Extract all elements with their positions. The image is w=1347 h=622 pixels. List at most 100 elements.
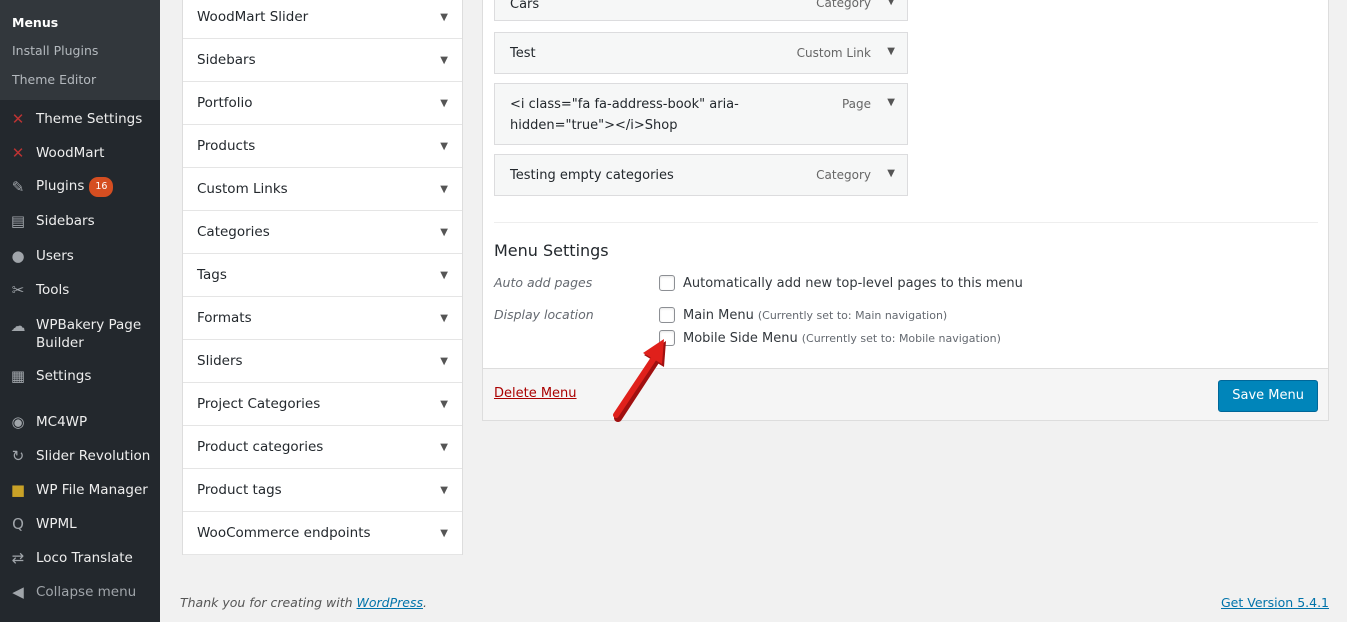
sidebar-item-sidebars[interactable]: ▤ Sidebars <box>0 206 160 236</box>
location-label: Mobile Side Menu <box>683 330 798 346</box>
accordion-item-product-tags[interactable]: Product tags ▼ <box>183 469 462 512</box>
sidebar-item-woodmart[interactable]: ✕ WoodMart <box>0 138 160 168</box>
sidebar-item-plugins[interactable]: ✎ Plugins 16 <box>0 172 160 202</box>
accordion-item-label: Products <box>197 138 256 154</box>
caret-down-icon[interactable]: ▼ <box>887 168 895 179</box>
annotation-arrow-icon <box>613 339 666 422</box>
menu-items-accordion: WoodMart Slider ▼ Sidebars ▼ Portfolio ▼ Pr… <box>182 0 463 555</box>
sidebar-item-mc4wp[interactable]: ◉ MC4WP <box>0 407 160 437</box>
submenu-item-theme-editor[interactable]: Theme Editor <box>12 72 96 87</box>
caret-down-icon: ▼ <box>440 269 448 281</box>
sidebar-item-label: Sidebars <box>36 213 95 229</box>
accordion-item-sidebars[interactable]: Sidebars ▼ <box>183 39 462 82</box>
admin-footer-thanks: Thank you for creating with WordPress. <box>180 595 427 610</box>
auto-add-pages-label: Auto add pages <box>494 275 593 290</box>
accordion-item-portfolio[interactable]: Portfolio ▼ <box>183 82 462 125</box>
accordion-item-label: WoodMart Slider <box>197 9 309 25</box>
accordion-item-label: Categories <box>197 224 270 240</box>
sidebar-item-label: MC4WP <box>36 414 88 430</box>
accordion-item-label: Portfolio <box>197 95 253 111</box>
menu-settings-title: Menu Settings <box>494 241 609 260</box>
theme-settings-icon: ✕ <box>11 110 25 128</box>
menu-item-type: Category <box>816 168 871 182</box>
sidebar-item-users[interactable]: ● Users <box>0 241 160 271</box>
location-label: Main Menu <box>683 307 754 323</box>
accordion-item-label: Formats <box>197 310 252 326</box>
slider-revolution-icon: ↻ <box>11 447 25 465</box>
sidebar-item-tools[interactable]: ✂ Tools <box>0 275 160 305</box>
sidebar-item-label: Collapse menu <box>36 584 137 600</box>
sidebar-item-label: Plugins 16 <box>36 177 114 197</box>
sidebar-item-slider-revolution[interactable]: ↻ Slider Revolution <box>0 441 160 471</box>
menu-item-title: Cars <box>510 0 540 12</box>
accordion-item-products[interactable]: Products ▼ <box>183 125 462 168</box>
sidebar-item-wpbakery[interactable]: ☁ WPBakery Page Builder <box>0 316 160 352</box>
wpbakery-icon: ☁ <box>10 317 26 335</box>
accordion-item-custom-links[interactable]: Custom Links ▼ <box>183 168 462 211</box>
divider <box>494 222 1318 223</box>
menu-item-entry[interactable]: Cars Category ▼ <box>494 0 908 21</box>
menu-item-entry[interactable]: Testing empty categories Category ▼ <box>494 154 908 196</box>
get-version-link[interactable]: Get Version 5.4.1 <box>1221 595 1329 610</box>
accordion-item-sliders[interactable]: Sliders ▼ <box>183 340 462 383</box>
accordion-item-label: WooCommerce endpoints <box>197 525 371 541</box>
accordion-item-categories[interactable]: Categories ▼ <box>183 211 462 254</box>
sidebar-item-label: WPML <box>36 516 77 532</box>
accordion-item-label: Sliders <box>197 353 243 369</box>
location-note: (Currently set to: Mobile navigation) <box>801 331 1001 345</box>
sidebar-item-wpml[interactable]: Q WPML <box>0 509 160 539</box>
accordion-item-tags[interactable]: Tags ▼ <box>183 254 462 297</box>
menu-item-entry[interactable]: <i class="fa fa-address-book" aria-hidde… <box>494 83 908 145</box>
accordion-item-project-categories[interactable]: Project Categories ▼ <box>183 383 462 426</box>
caret-down-icon: ▼ <box>440 183 448 195</box>
location-main-menu-option[interactable]: Main Menu (Currently set to: Main naviga… <box>659 307 947 323</box>
accordion-item-woocommerce-endpoints[interactable]: WooCommerce endpoints ▼ <box>183 512 462 555</box>
sidebar-item-loco-translate[interactable]: ⇄ Loco Translate <box>0 543 160 573</box>
sidebar-item-label: Slider Revolution <box>36 448 151 464</box>
update-count-badge: 16 <box>89 177 114 197</box>
sidebar-item-theme-settings[interactable]: ✕ Theme Settings <box>0 104 160 134</box>
menu-item-title: Testing empty categories <box>510 168 674 183</box>
caret-down-icon: ▼ <box>440 398 448 410</box>
menu-item-entry[interactable]: Test Custom Link ▼ <box>494 32 908 74</box>
sidebar-item-label: WPBakery Page Builder <box>36 317 142 351</box>
submenu-item-install-plugins[interactable]: Install Plugins <box>12 43 98 58</box>
collapse-icon: ◀ <box>12 583 24 601</box>
auto-add-pages-text: Automatically add new top-level pages to… <box>683 275 1023 291</box>
sidebar-item-settings[interactable]: ▦ Settings <box>0 361 160 391</box>
wpml-icon: Q <box>12 515 24 533</box>
menu-item-type: Category <box>816 0 871 10</box>
delete-menu-link[interactable]: Delete Menu <box>494 386 577 401</box>
caret-down-icon: ▼ <box>440 97 448 109</box>
caret-down-icon[interactable]: ▼ <box>887 46 895 57</box>
footer-period: . <box>423 595 427 610</box>
caret-down-icon[interactable]: ▼ <box>887 0 895 7</box>
accordion-item-product-categories[interactable]: Product categories ▼ <box>183 426 462 469</box>
auto-add-pages-checkbox[interactable] <box>659 275 675 291</box>
sidebar-item-label: Theme Settings <box>36 111 143 127</box>
accordion-item-label: Product tags <box>197 482 282 498</box>
caret-down-icon: ▼ <box>440 527 448 539</box>
mc4wp-icon: ◉ <box>11 413 25 431</box>
location-mobile-side-menu-option[interactable]: Mobile Side Menu (Currently set to: Mobi… <box>659 330 1001 346</box>
auto-add-pages-option[interactable]: Automatically add new top-level pages to… <box>659 275 1023 291</box>
sidebar-item-label: WP File Manager <box>36 482 148 498</box>
accordion-item-label: Custom Links <box>197 181 288 197</box>
sidebar-item-label: Users <box>36 248 74 264</box>
main-menu-checkbox[interactable] <box>659 307 675 323</box>
accordion-item-woodmart-slider[interactable]: WoodMart Slider ▼ <box>183 0 462 39</box>
wordpress-link[interactable]: WordPress <box>357 595 423 610</box>
caret-down-icon: ▼ <box>440 312 448 324</box>
collapse-menu-button[interactable]: ◀ Collapse menu <box>0 577 160 607</box>
caret-down-icon[interactable]: ▼ <box>887 97 895 108</box>
accordion-item-label: Product categories <box>197 439 324 455</box>
tools-icon: ✂ <box>11 281 25 299</box>
save-menu-button[interactable]: Save Menu <box>1218 380 1318 412</box>
submenu-item-menus[interactable]: Menus <box>12 15 58 30</box>
accordion-item-formats[interactable]: Formats ▼ <box>183 297 462 340</box>
accordion-item-label: Tags <box>197 267 227 283</box>
caret-down-icon: ▼ <box>440 484 448 496</box>
accordion-item-label: Sidebars <box>197 52 256 68</box>
sidebar-item-wp-file-manager[interactable]: ■ WP File Manager <box>0 475 160 505</box>
appearance-submenu: Menus Install Plugins Theme Editor <box>0 0 160 100</box>
